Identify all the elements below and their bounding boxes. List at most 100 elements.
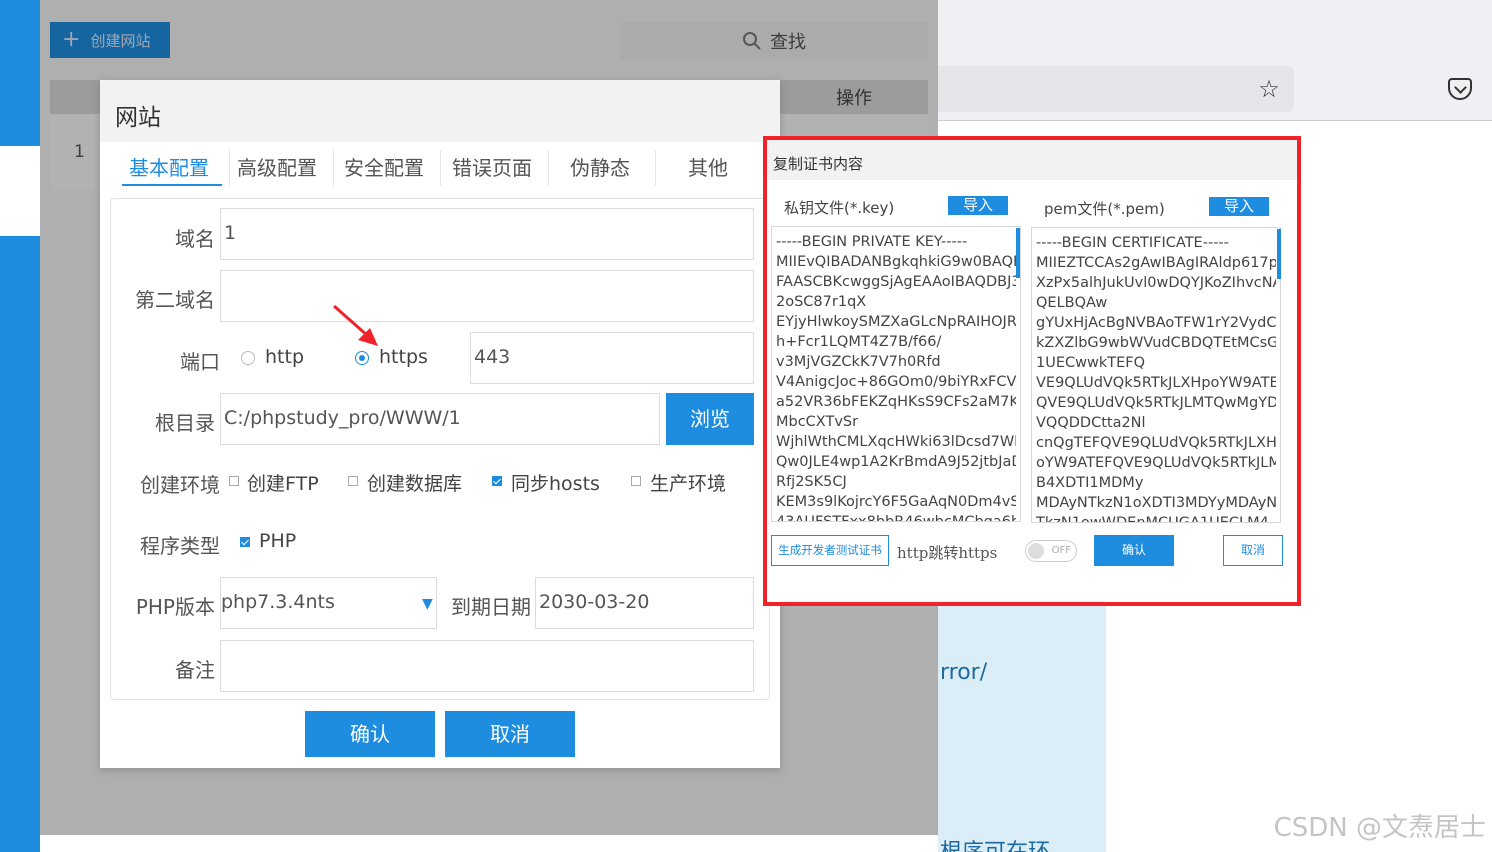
key-line: V4AnigcJoc+86GOm0/9biYRxFCVZ — [776, 374, 1016, 390]
cert-dialog-title: 复制证书内容 — [767, 140, 1297, 180]
pem-line: 1UECwwkTEFQ — [1036, 355, 1146, 371]
https-redirect-label: http跳转https — [897, 544, 998, 562]
key-line: 43AUFSTFxx8bbR46wbcMCbga6bO — [776, 514, 1016, 522]
tab-basic-config[interactable]: 基本配置 — [129, 152, 209, 181]
ftp-checkbox[interactable] — [229, 476, 239, 486]
active-tab-indicator — [122, 184, 222, 186]
key-line: a52VR36bFEKZqHKsS9CFs2aM7KD — [776, 394, 1016, 410]
error-path-text: rror/ — [940, 660, 988, 685]
sidebar-strip — [0, 0, 40, 146]
cancel-button[interactable]: 取消 — [445, 711, 575, 757]
php-checkbox[interactable] — [240, 537, 250, 547]
tab-security-config[interactable]: 安全配置 — [344, 152, 424, 181]
https-redirect-toggle[interactable]: OFF — [1025, 540, 1077, 562]
import-key-button[interactable]: 导入 — [948, 196, 1008, 215]
note-label: 备注 — [175, 658, 215, 682]
key-line: Qw0JLE4wp1A2KrBmdA9J52jtbJaD — [776, 454, 1016, 470]
php-version-select[interactable]: php7.3.4nts — [220, 577, 437, 629]
tab-separator — [440, 150, 441, 186]
tab-error-pages[interactable]: 错误页面 — [452, 152, 532, 181]
note-input[interactable] — [220, 640, 754, 692]
port-label: 端口 — [180, 350, 220, 374]
annotation-arrow-icon — [333, 304, 378, 346]
production-option-label: 生产环境 — [650, 473, 727, 495]
pem-line: cnQgTEFQVE9QLUdVQk5RTkJLXHp — [1036, 435, 1276, 451]
pem-textarea[interactable]: -----BEGIN CERTIFICATE----- MIIEZTCCAs2g… — [1031, 227, 1281, 523]
generate-test-cert-button[interactable]: 生成开发者测试证书 — [771, 535, 889, 566]
domain-input[interactable]: 1 — [220, 208, 754, 260]
import-pem-button[interactable]: 导入 — [1209, 197, 1269, 216]
website-dialog: 网站 基本配置 高级配置 安全配置 错误页面 伪静态 其他 域名 1 第二域名 … — [100, 80, 780, 768]
bottom-content-text: 根序可在环 — [940, 834, 1050, 852]
key-line: EYjyHlwkoySMZXaGLcNpRAIHOJR — [776, 314, 1016, 330]
tab-other[interactable]: 其他 — [688, 152, 728, 181]
toggle-knob — [1028, 543, 1044, 559]
pem-line: VQQDDCtta2Nl — [1036, 415, 1146, 431]
certificate-dialog: 复制证书内容 私钥文件(*.key) 导入 pem文件(*.pem) 导入 --… — [763, 136, 1301, 606]
program-type-label: 程序类型 — [140, 534, 220, 558]
http-radio[interactable] — [241, 351, 255, 365]
cert-cancel-button[interactable]: 取消 — [1223, 535, 1283, 566]
pem-line: -----BEGIN CERTIFICATE----- — [1036, 235, 1229, 251]
sidebar-strip-lower — [0, 236, 40, 852]
watermark: CSDN @文焘居士 — [1273, 813, 1486, 843]
env-label: 创建环境 — [140, 473, 220, 497]
https-option-label: https — [379, 346, 428, 368]
tab-advanced-config[interactable]: 高级配置 — [237, 152, 317, 181]
hosts-checkbox[interactable] — [492, 476, 502, 486]
php-option-label: PHP — [259, 530, 297, 552]
key-line: WjhlWthCMLXqcHWki63lDcsd7Wb — [776, 434, 1016, 450]
confirm-button[interactable]: 确认 — [305, 711, 435, 757]
tab-bar: 基本配置 高级配置 安全配置 错误页面 伪静态 其他 — [100, 142, 780, 188]
browser-divider — [938, 120, 1492, 121]
key-line: h+Fcr1LQMT4Z7B/f66/ — [776, 334, 942, 350]
php-version-label: PHP版本 — [135, 595, 215, 619]
key-line: MbcCXTvSr — [776, 414, 859, 430]
domain-label: 域名 — [175, 227, 215, 251]
tab-separator — [229, 150, 230, 186]
second-domain-label: 第二域名 — [135, 288, 215, 312]
database-checkbox[interactable] — [348, 476, 358, 486]
key-line: 2oSC87r1qX — [776, 294, 867, 310]
database-option-label: 创建数据库 — [367, 473, 463, 495]
tab-separator — [333, 150, 334, 186]
ftp-option-label: 创建FTP — [247, 473, 319, 495]
key-scrollbar[interactable] — [1016, 228, 1020, 278]
pem-line: XzPx5alhJukUvl0wDQYJKoZIhvcNA — [1036, 275, 1276, 291]
private-key-label: 私钥文件(*.key) — [784, 199, 895, 217]
key-line: Rfj2SK5CJ — [776, 474, 847, 490]
http-option-label: http — [265, 346, 305, 368]
root-dir-input[interactable]: C:/phpstudy_pro/WWW/1 — [220, 393, 660, 445]
production-checkbox[interactable] — [631, 476, 641, 486]
pem-line: kZXZlbG9wbWVudCBDQTEtMCsGA — [1036, 335, 1276, 351]
port-input[interactable]: 443 — [470, 332, 754, 384]
pem-line: MIIEZTCCAs2gAwIBAgIRAldp617p — [1036, 255, 1276, 271]
pem-line: oYW9ATEFQVE9QLUdVQk5RTkJLM — [1036, 455, 1276, 471]
dialog-title: 网站 — [100, 80, 780, 142]
pem-line: gYUxHjAcBgNVBAoTFW1rY2VydCB — [1036, 315, 1276, 331]
expire-date-input[interactable]: 2030-03-20 — [535, 577, 754, 629]
tab-separator — [655, 150, 656, 186]
key-line: MIIEvQIBADANBgkqhkiG9w0BAQE — [776, 254, 1016, 270]
expire-date-label: 到期日期 — [451, 595, 531, 619]
pem-line: TkzN1owWDEnMCUGA1UECLM4 — [1036, 515, 1269, 523]
chevron-down-icon: ▼ — [422, 596, 433, 612]
pem-line: MDAyNTkzN1oXDTI3MDYyMDAyN — [1036, 495, 1276, 511]
pem-line: QVE9QLUdVQk5RTkJLMTQwMgYD — [1036, 395, 1276, 411]
tab-separator — [548, 150, 549, 186]
key-line: v3MjVGZCkK7V7h0Rfd — [776, 354, 941, 370]
pem-label: pem文件(*.pem) — [1044, 200, 1165, 218]
app-bottom-bar — [40, 835, 938, 852]
pem-scrollbar[interactable] — [1277, 229, 1281, 279]
bookmark-star-icon[interactable]: ☆ — [1256, 76, 1282, 102]
https-radio[interactable] — [355, 351, 369, 365]
private-key-textarea[interactable]: -----BEGIN PRIVATE KEY----- MIIEvQIBADAN… — [771, 226, 1021, 522]
cert-confirm-button[interactable]: 确认 — [1094, 535, 1174, 566]
pem-line: B4XDTI1MDMy — [1036, 475, 1144, 491]
tab-rewrite[interactable]: 伪静态 — [570, 152, 630, 181]
pem-line: VE9QLUdVQk5RTkJLXHpoYW9ATEF — [1036, 375, 1276, 391]
browse-button[interactable]: 浏览 — [666, 393, 754, 445]
toggle-state-text: OFF — [1051, 545, 1071, 556]
second-domain-input[interactable] — [220, 270, 754, 322]
url-bar[interactable] — [938, 66, 1294, 112]
